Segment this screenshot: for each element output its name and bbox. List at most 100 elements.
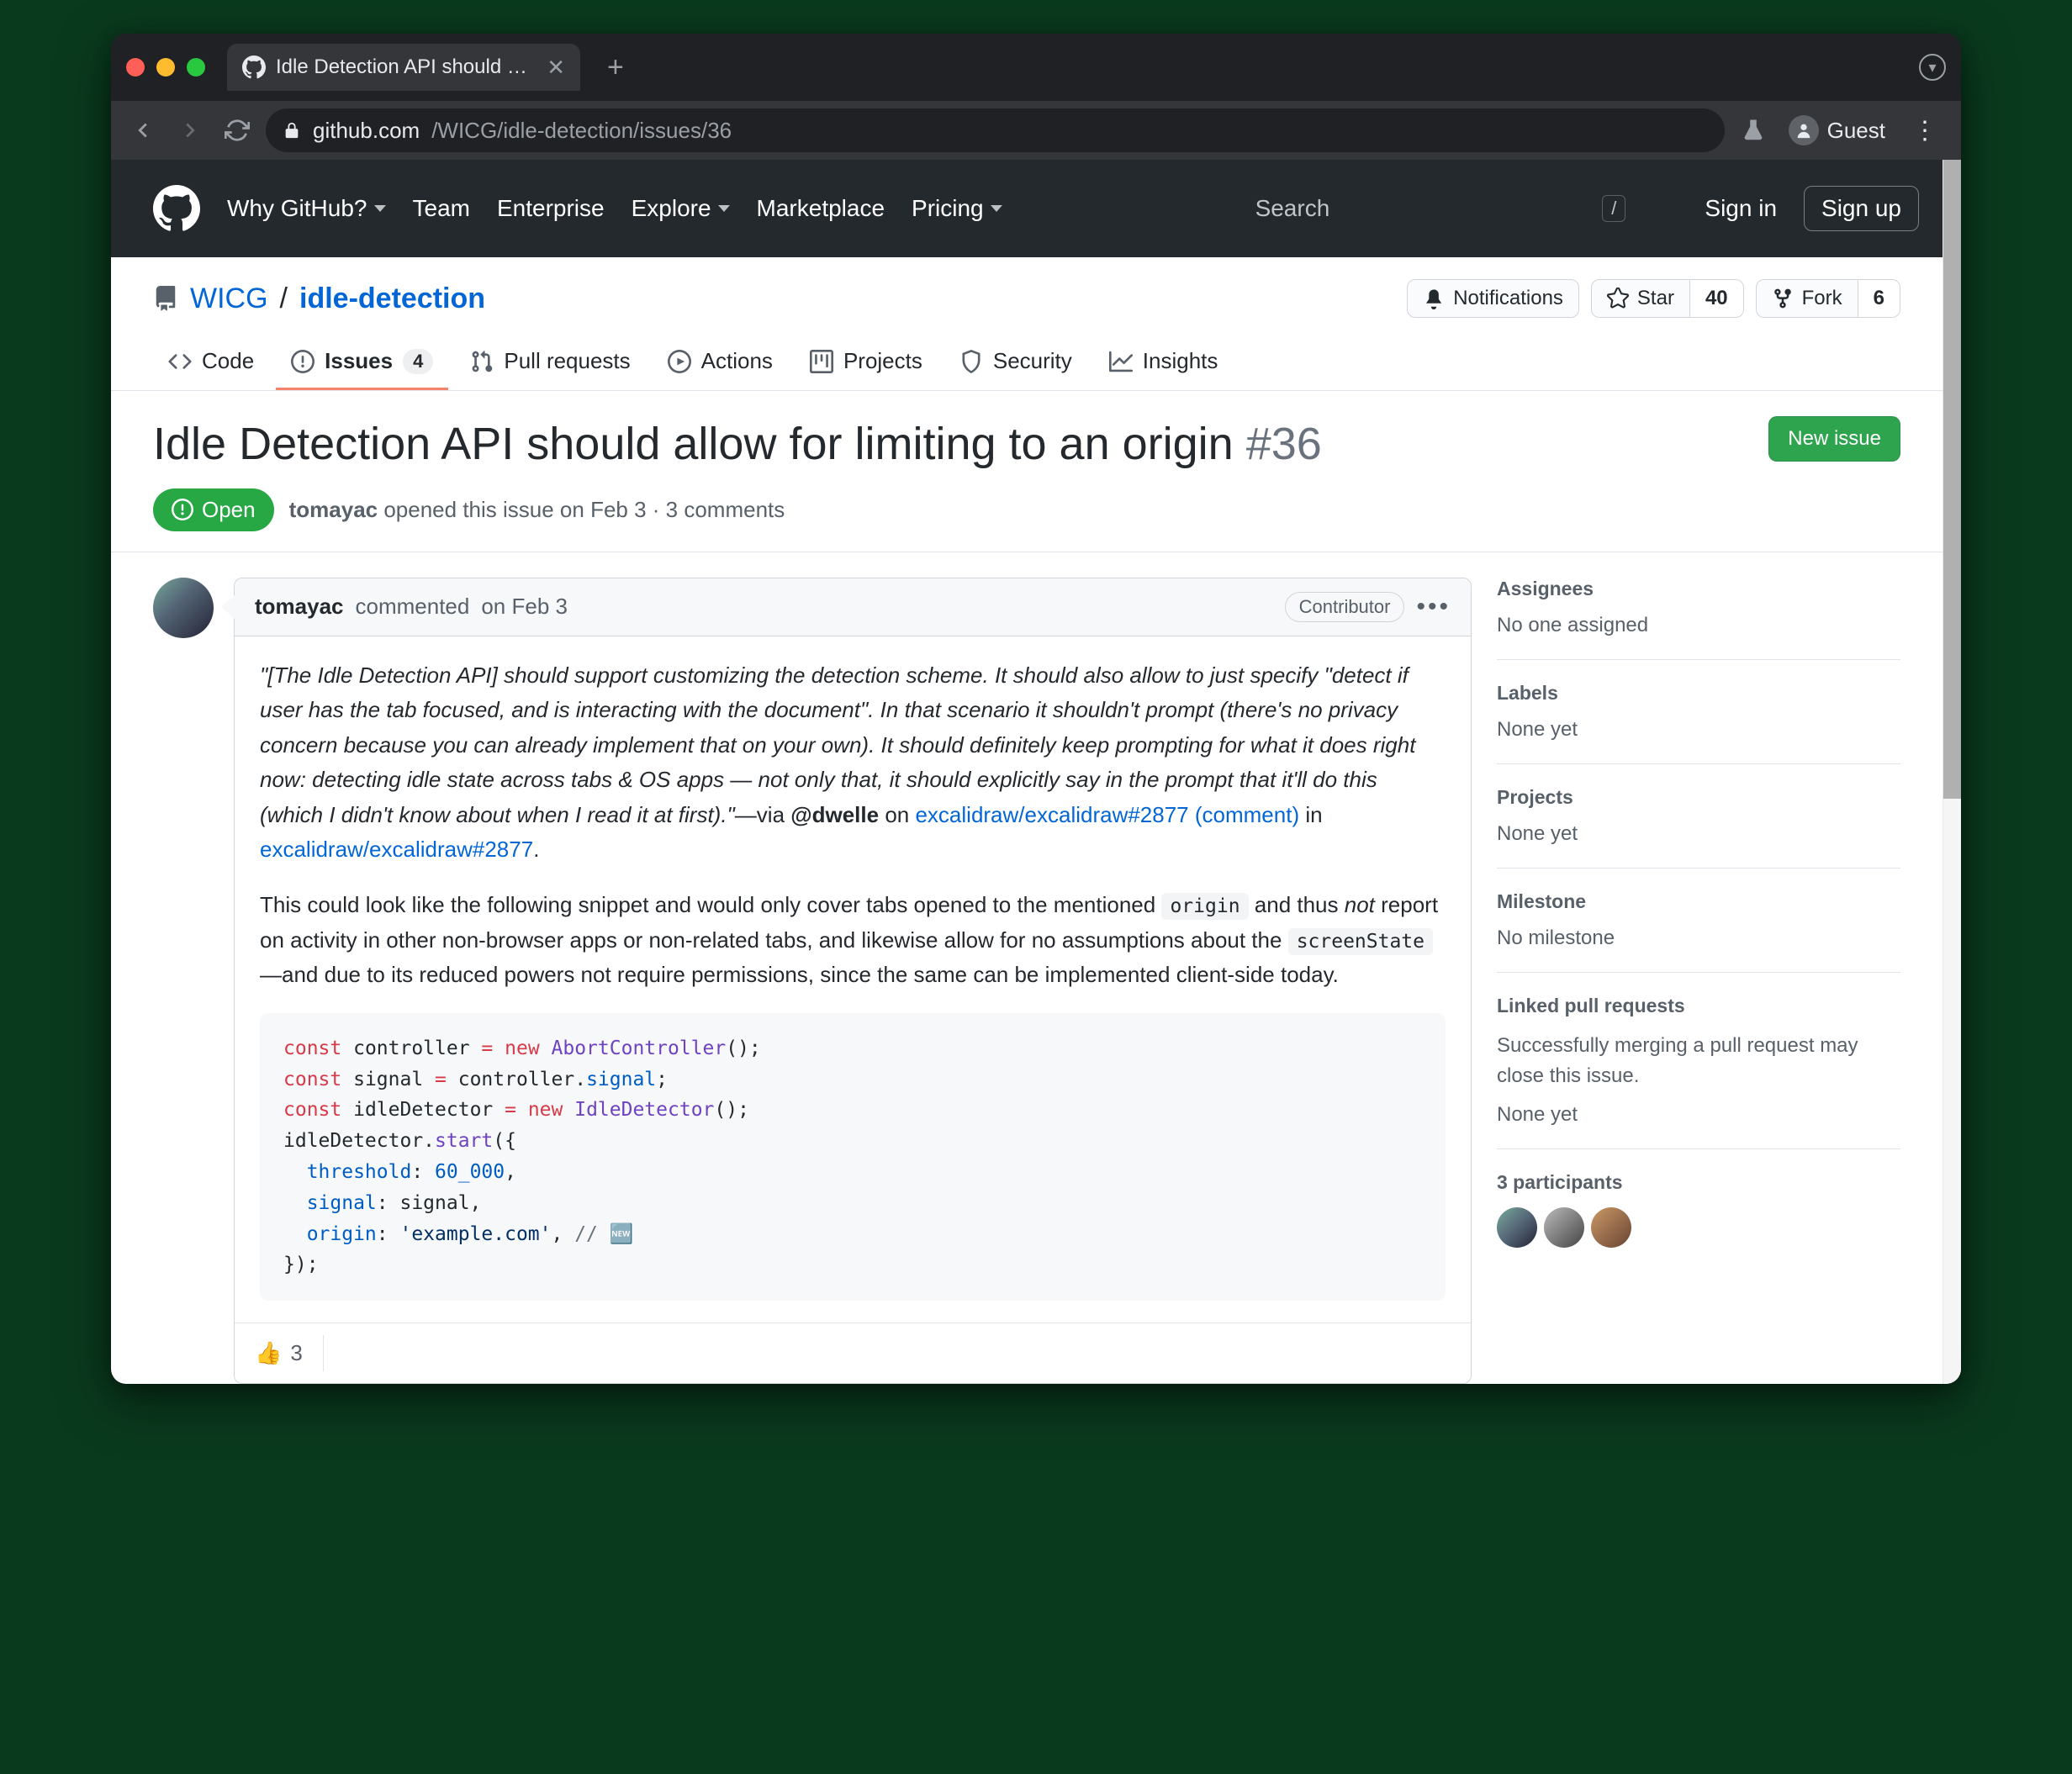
comment-menu-button[interactable]: ••• (1416, 593, 1451, 621)
lock-icon (283, 121, 301, 140)
code-origin: origin (1161, 893, 1248, 920)
github-favicon-icon (242, 55, 266, 79)
issue-meta: Open tomayac opened this issue on Feb 3 … (111, 488, 1942, 552)
star-button[interactable]: Star (1591, 279, 1690, 318)
labs-icon[interactable] (1735, 112, 1772, 149)
contributor-badge: Contributor (1285, 592, 1405, 622)
shield-icon (959, 350, 983, 373)
fork-group: Fork 6 (1756, 279, 1900, 318)
new-issue-button[interactable]: New issue (1768, 416, 1900, 462)
back-button[interactable] (124, 112, 161, 149)
guest-label: Guest (1827, 118, 1885, 144)
graph-icon (1109, 350, 1133, 373)
comment: tomayac commented on Feb 3 Contributor •… (153, 578, 1472, 1385)
avatar[interactable] (153, 578, 214, 638)
reaction-count: 3 (290, 1340, 302, 1366)
tab-security[interactable]: Security (944, 335, 1087, 390)
issue-header: Idle Detection API should allow for limi… (111, 391, 1942, 488)
browser-menu-button[interactable]: ⋮ (1902, 116, 1948, 145)
signup-button[interactable]: Sign up (1804, 186, 1919, 231)
nav-enterprise[interactable]: Enterprise (497, 195, 605, 222)
tab-title: Idle Detection API should allow (276, 55, 536, 79)
thumbs-up-icon: 👍 (255, 1340, 282, 1366)
scrollbar[interactable] (1942, 160, 1961, 1384)
comment-date[interactable]: on Feb 3 (481, 594, 568, 620)
play-icon (668, 350, 691, 373)
tab-issues[interactable]: Issues4 (276, 335, 448, 390)
tab-actions[interactable]: Actions (653, 335, 788, 390)
search-input[interactable]: Search (1255, 195, 1330, 222)
sidebar-milestone[interactable]: Milestone No milestone (1497, 890, 1900, 973)
nav-team[interactable]: Team (413, 195, 470, 222)
sidebar-labels[interactable]: Labels None yet (1497, 682, 1900, 764)
pr-icon (470, 350, 494, 373)
incognito-icon[interactable]: ▾ (1919, 54, 1946, 81)
signin-link[interactable]: Sign in (1705, 195, 1777, 222)
issue-number: #36 (1246, 419, 1322, 469)
nav-why-github[interactable]: Why GitHub? (227, 195, 386, 222)
fork-count[interactable]: 6 (1858, 279, 1900, 318)
close-tab-icon[interactable]: ✕ (547, 55, 565, 81)
state-badge: Open (153, 488, 274, 531)
issue-byline: tomayac opened this issue on Feb 3 · 3 c… (289, 497, 785, 523)
participant-avatar[interactable] (1544, 1207, 1584, 1248)
maximize-window-button[interactable] (187, 58, 205, 77)
thumbs-up-reaction[interactable]: 👍 3 (235, 1335, 324, 1371)
chevron-down-icon (374, 205, 386, 212)
breadcrumb-repo[interactable]: idle-detection (299, 282, 485, 315)
notifications-button[interactable]: Notifications (1407, 279, 1579, 318)
comment-author[interactable]: tomayac (255, 594, 344, 620)
repo-tabs: Code Issues4 Pull requests Actions Proje… (111, 318, 1942, 391)
browser-tab[interactable]: Idle Detection API should allow ✕ (227, 44, 580, 91)
close-window-button[interactable] (126, 58, 145, 77)
tab-insights[interactable]: Insights (1094, 335, 1234, 390)
browser-window: Idle Detection API should allow ✕ + ▾ gi… (111, 34, 1961, 1384)
chevron-down-icon (718, 205, 730, 212)
page-content: WICG / idle-detection Notifications Star… (111, 257, 1961, 1384)
address-bar[interactable]: github.com/WICG/idle-detection/issues/36 (266, 108, 1725, 152)
mention[interactable]: @dwelle (790, 802, 879, 827)
code-block: const controller = new AbortController()… (260, 1013, 1446, 1301)
issue-open-icon (172, 499, 193, 520)
project-icon (810, 350, 833, 373)
participant-avatar[interactable] (1497, 1207, 1537, 1248)
tab-pulls[interactable]: Pull requests (455, 335, 645, 390)
profile-button[interactable]: Guest (1789, 115, 1885, 145)
sidebar-linked-prs[interactable]: Linked pull requests Successfully mergin… (1497, 995, 1900, 1149)
minimize-window-button[interactable] (156, 58, 175, 77)
issue-author[interactable]: tomayac (289, 497, 378, 522)
breadcrumb: WICG / idle-detection (153, 282, 485, 315)
chevron-down-icon (991, 205, 1002, 212)
sidebar-assignees[interactable]: Assignees No one assigned (1497, 578, 1900, 660)
paragraph-2: This could look like the following snipp… (260, 888, 1446, 993)
star-group: Star 40 (1591, 279, 1744, 318)
link-comment[interactable]: excalidraw/excalidraw#2877 (comment) (915, 802, 1299, 827)
link-issue[interactable]: excalidraw/excalidraw#2877 (260, 837, 533, 862)
sidebar-projects[interactable]: Projects None yet (1497, 786, 1900, 869)
tab-code[interactable]: Code (153, 335, 269, 390)
nav-explore[interactable]: Explore (632, 195, 730, 222)
repo-header: WICG / idle-detection Notifications Star… (111, 257, 1942, 318)
nav-pricing[interactable]: Pricing (912, 195, 1002, 222)
tab-projects[interactable]: Projects (795, 335, 938, 390)
scrollbar-thumb[interactable] (1943, 160, 1961, 799)
participant-avatar[interactable] (1591, 1207, 1631, 1248)
reload-button[interactable] (219, 112, 256, 149)
forward-button[interactable] (172, 112, 209, 149)
comment-body: "[The Idle Detection API] should support… (235, 636, 1471, 1323)
new-tab-button[interactable]: + (607, 51, 624, 84)
window-controls (126, 58, 205, 77)
github-logo-icon[interactable] (153, 185, 200, 232)
sidebar-participants: 3 participants (1497, 1171, 1900, 1270)
issue-title: Idle Detection API should allow for limi… (153, 416, 1322, 473)
code-screenstate: screenState (1288, 928, 1433, 955)
star-count[interactable]: 40 (1690, 279, 1744, 318)
breadcrumb-owner[interactable]: WICG (190, 282, 268, 315)
tab-bar: Idle Detection API should allow ✕ + ▾ (111, 34, 1961, 101)
fork-button[interactable]: Fork (1756, 279, 1858, 318)
repo-actions: Notifications Star 40 Fork 6 (1407, 279, 1900, 318)
browser-toolbar: github.com/WICG/idle-detection/issues/36… (111, 101, 1961, 160)
issue-icon (291, 350, 314, 373)
timeline: tomayac commented on Feb 3 Contributor •… (153, 578, 1472, 1385)
nav-marketplace[interactable]: Marketplace (757, 195, 885, 222)
